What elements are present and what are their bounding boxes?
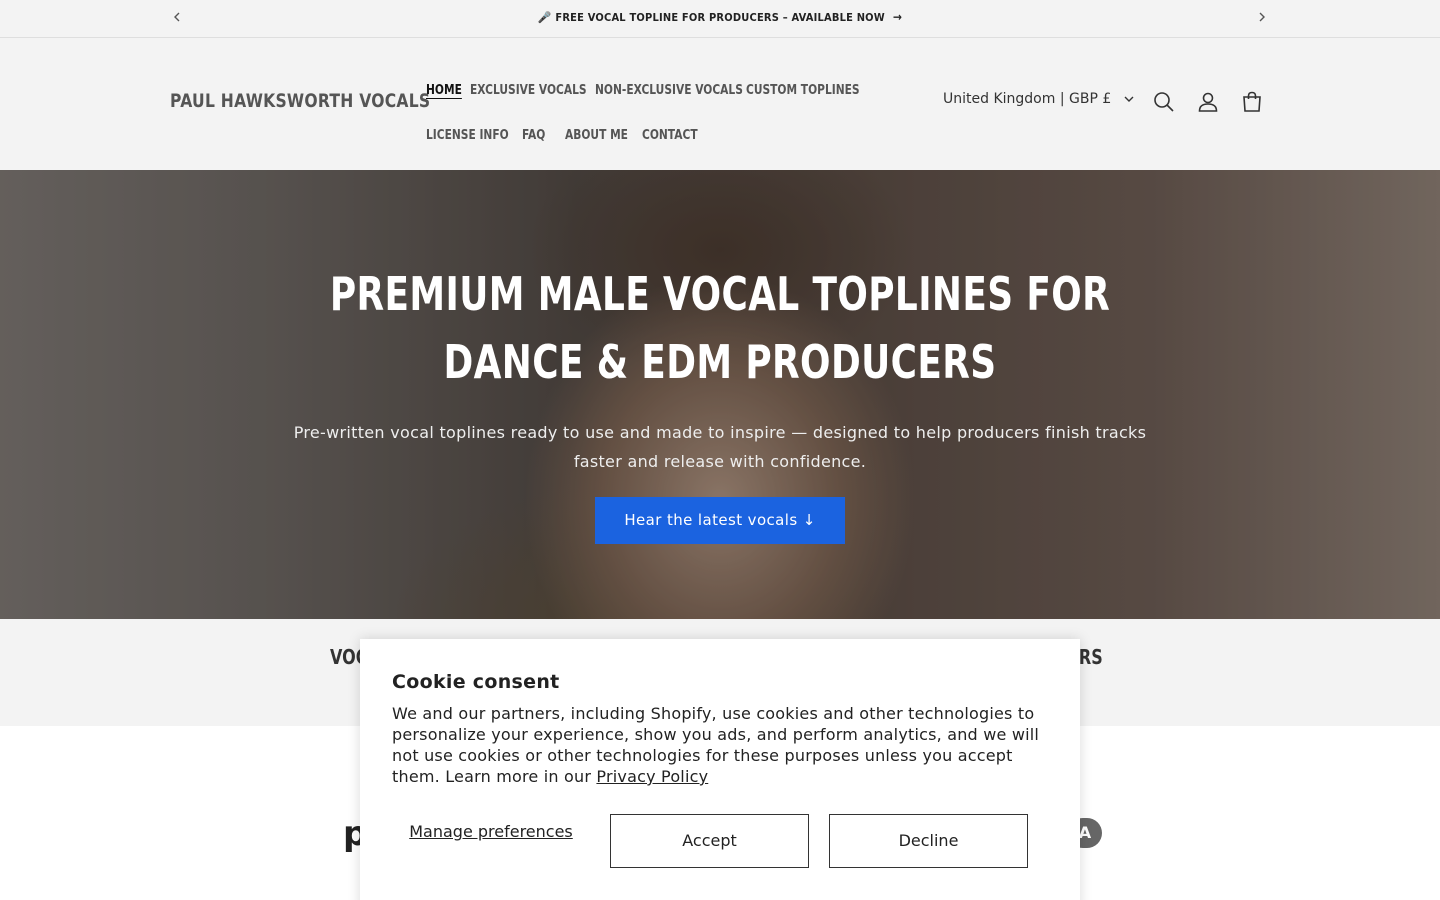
nav-contact[interactable]: CONTACT xyxy=(642,128,698,143)
hero-title: PREMIUM MALE VOCAL TOPLINES FOR DANCE & … xyxy=(329,267,1111,389)
cookie-title: Cookie consent xyxy=(392,671,560,693)
search-icon[interactable] xyxy=(1152,90,1176,114)
nav-non-exclusive-vocals[interactable]: NON-EXCLUSIVE VOCALS xyxy=(595,83,743,98)
chevron-down-icon xyxy=(1124,95,1134,106)
nav-faq[interactable]: FAQ xyxy=(522,128,557,143)
nav-license-info[interactable]: LICENSE INFO xyxy=(426,128,509,143)
hero-banner: PREMIUM MALE VOCAL TOPLINES FOR DANCE & … xyxy=(0,170,1440,619)
country-label: United Kingdom | GBP £ xyxy=(943,91,1112,107)
manage-preferences-link[interactable]: Manage preferences xyxy=(392,814,590,868)
nav-exclusive-vocals[interactable]: EXCLUSIVE VOCALS xyxy=(470,83,587,98)
site-logo[interactable]: PAUL HAWKSWORTH VOCALS xyxy=(170,90,430,112)
hero-subtitle: Pre-written vocal toplines ready to use … xyxy=(293,423,1147,471)
cookie-body-text: We and our partners, including Shopify, … xyxy=(392,704,1040,786)
announcement-text[interactable]: 🎤 FREE VOCAL TOPLINE FOR PRODUCERS – AVA… xyxy=(538,11,885,24)
privacy-policy-link[interactable]: Privacy Policy xyxy=(596,767,708,786)
cart-icon[interactable] xyxy=(1240,90,1264,114)
accept-button[interactable]: Accept xyxy=(610,814,809,868)
main-nav: HOME EXCLUSIVE VOCALS NON-EXCLUSIVE VOCA… xyxy=(426,68,906,158)
country-selector[interactable]: United Kingdom | GBP £ xyxy=(943,91,1134,107)
arrow-right-icon: → xyxy=(892,10,903,24)
cookie-consent-dialog: Cookie consent We and our partners, incl… xyxy=(360,639,1080,900)
hear-latest-vocals-button[interactable]: Hear the latest vocals ↓ xyxy=(595,497,845,544)
chevron-right-icon[interactable] xyxy=(1252,9,1272,29)
announcement-message[interactable]: 🎤 FREE VOCAL TOPLINE FOR PRODUCERS – AVA… xyxy=(0,10,1440,24)
site-header: PAUL HAWKSWORTH VOCALS HOME EXCLUSIVE VO… xyxy=(0,38,1440,169)
cookie-actions: Manage preferences Accept Decline xyxy=(392,814,1048,868)
nav-home[interactable]: HOME xyxy=(426,83,462,98)
account-icon[interactable] xyxy=(1196,90,1220,114)
nav-custom-toplines[interactable]: CUSTOM TOPLINES xyxy=(746,83,860,98)
announcement-bar: 🎤 FREE VOCAL TOPLINE FOR PRODUCERS – AVA… xyxy=(0,0,1440,38)
decline-button[interactable]: Decline xyxy=(829,814,1028,868)
cookie-body: We and our partners, including Shopify, … xyxy=(392,703,1052,787)
nav-about-me[interactable]: ABOUT ME xyxy=(565,128,628,143)
